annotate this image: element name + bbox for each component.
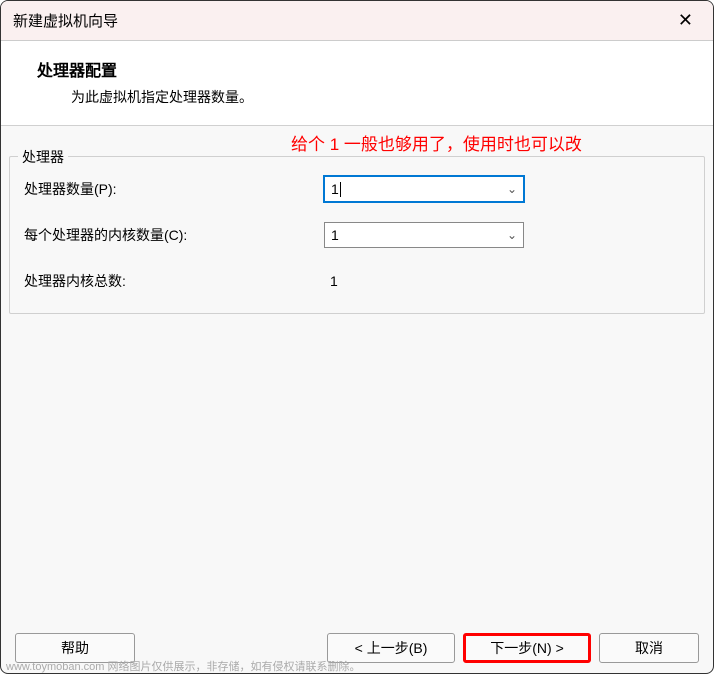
watermark: www.toymoban.com 网络图片仅供展示，非存储，如有侵权请联系删除。	[6, 658, 360, 674]
processor-count-dropdown[interactable]: 1 ⌄	[324, 176, 524, 202]
cores-per-processor-dropdown[interactable]: 1 ⌄	[324, 222, 524, 248]
cores-per-processor-row: 每个处理器的内核数量(C): 1 ⌄	[24, 221, 690, 249]
chevron-down-icon: ⌄	[507, 182, 517, 196]
titlebar: 新建虚拟机向导 ✕	[1, 1, 713, 41]
annotation-text: 给个 1 一般也够用了，使用时也可以改	[291, 130, 582, 155]
wizard-window: 新建虚拟机向导 ✕ 处理器配置 为此虚拟机指定处理器数量。 给个 1 一般也够用…	[0, 0, 714, 674]
cores-per-processor-label: 每个处理器的内核数量(C):	[24, 225, 324, 245]
page-subtitle: 为此虚拟机指定处理器数量。	[71, 87, 689, 107]
window-title: 新建虚拟机向导	[13, 10, 118, 31]
dropdown-value: 1	[331, 181, 339, 197]
total-cores-value: 1	[324, 273, 338, 289]
total-cores-label: 处理器内核总数:	[24, 271, 324, 291]
chevron-down-icon: ⌄	[507, 228, 517, 242]
close-icon[interactable]: ✕	[670, 6, 701, 35]
dropdown-value: 1	[331, 227, 339, 243]
processor-count-label: 处理器数量(P):	[24, 179, 324, 199]
cancel-button[interactable]: 取消	[599, 633, 699, 663]
page-title: 处理器配置	[37, 57, 689, 81]
next-button[interactable]: 下一步(N) >	[463, 633, 591, 663]
processor-count-row: 处理器数量(P): 1 ⌄	[24, 175, 690, 203]
processor-fieldset: 处理器 处理器数量(P): 1 ⌄ 每个处理器的内核数量(C): 1 ⌄ 处理器…	[9, 156, 705, 314]
wizard-header: 处理器配置 为此虚拟机指定处理器数量。	[1, 41, 713, 126]
total-cores-row: 处理器内核总数: 1	[24, 267, 690, 295]
content-area: 给个 1 一般也够用了，使用时也可以改 处理器 处理器数量(P): 1 ⌄ 每个…	[1, 126, 713, 623]
fieldset-legend: 处理器	[18, 147, 68, 167]
